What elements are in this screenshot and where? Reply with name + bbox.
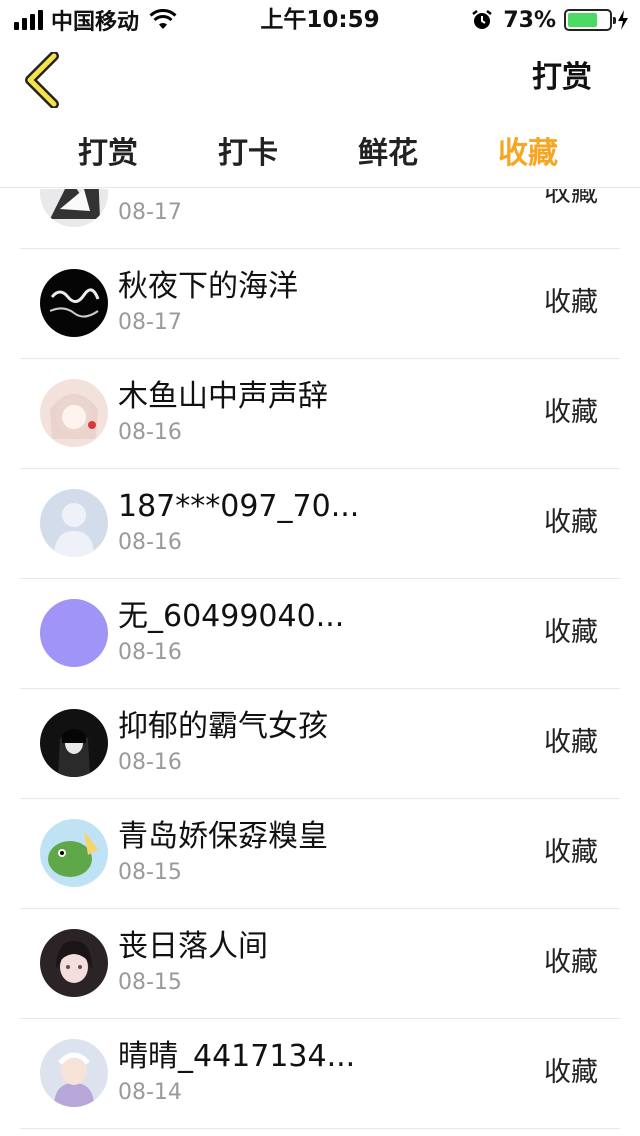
- record-date: 08-15: [118, 860, 182, 885]
- user-name: 秋夜下的海洋: [118, 269, 298, 304]
- record-type: 收藏: [544, 507, 598, 538]
- list-item[interactable]: 丧日落人间 08-15 收藏: [20, 909, 620, 1019]
- list-item[interactable]: 秋·毛姐姐 08-17 收藏: [20, 189, 620, 249]
- record-type: 收藏: [544, 727, 598, 758]
- battery-fill: [568, 13, 598, 27]
- charging-icon: [618, 10, 628, 30]
- tab-favorites[interactable]: 收藏: [498, 130, 558, 178]
- avatar: [40, 709, 108, 777]
- list-item[interactable]: 青岛娇保孬糗皇 08-15 收藏: [20, 799, 620, 909]
- record-type: 收藏: [544, 947, 598, 978]
- alarm-icon: [472, 10, 493, 29]
- record-type: 收藏: [544, 1057, 598, 1088]
- record-type: 收藏: [544, 397, 598, 428]
- record-type: 收藏: [544, 287, 598, 318]
- record-date: 08-15: [118, 970, 182, 995]
- avatar: [40, 189, 108, 227]
- tab-flowers[interactable]: 鲜花: [358, 130, 418, 178]
- tab-checkin[interactable]: 打卡: [218, 130, 278, 178]
- status-bar: 中国移动 上午10:59 73%: [0, 0, 640, 40]
- avatar: [40, 819, 108, 887]
- record-date: 08-14: [118, 1080, 182, 1105]
- list-item[interactable]: 晴晴_4417134... 08-14 收藏: [20, 1019, 620, 1129]
- avatar: [40, 1039, 108, 1107]
- record-date: 08-16: [118, 420, 182, 445]
- list-item[interactable]: 木鱼山中声声辞 08-16 收藏: [20, 359, 620, 469]
- record-type: 收藏: [544, 189, 598, 208]
- avatar: [40, 269, 108, 337]
- avatar: [40, 599, 108, 667]
- user-name: 晴晴_4417134...: [118, 1039, 356, 1074]
- list-item[interactable]: 187***097_70... 08-16 收藏: [20, 469, 620, 579]
- battery-percent: 73%: [503, 7, 556, 33]
- tab-bar: 打赏 打卡 鲜花 收藏: [0, 120, 640, 188]
- tab-reward[interactable]: 打赏: [78, 130, 138, 178]
- user-name: 丧日落人间: [118, 929, 268, 964]
- user-name: 187***097_70...: [118, 489, 360, 524]
- user-name: 抑郁的霸气女孩: [118, 709, 328, 744]
- user-name: 无_60499040...: [118, 599, 345, 634]
- record-type: 收藏: [544, 617, 598, 648]
- record-date: 08-16: [118, 750, 182, 775]
- avatar: [40, 929, 108, 997]
- record-type: 收藏: [544, 837, 598, 868]
- record-date: 08-17: [118, 310, 182, 335]
- default-avatar-icon: [40, 489, 108, 557]
- list-item[interactable]: 抑郁的霸气女孩 08-16 收藏: [20, 689, 620, 799]
- record-date: 08-16: [118, 640, 182, 665]
- list-item[interactable]: 无_60499040... 08-16 收藏: [20, 579, 620, 689]
- user-name: 青岛娇保孬糗皇: [118, 819, 328, 854]
- record-date: 08-17: [118, 200, 182, 225]
- list-item[interactable]: 秋夜下的海洋 08-17 收藏: [20, 249, 620, 359]
- user-name: 秋·毛姐姐: [118, 189, 248, 197]
- battery-icon: [564, 9, 616, 31]
- avatar: [40, 379, 108, 447]
- record-list[interactable]: 秋·毛姐姐 08-17 收藏 秋夜下的海洋 08-17 收藏 木鱼山中声声辞 0…: [0, 189, 640, 1136]
- back-button[interactable]: [20, 51, 68, 109]
- record-date: 08-16: [118, 530, 182, 555]
- user-name: 木鱼山中声声辞: [118, 379, 328, 414]
- nav-bar: 打赏: [0, 40, 640, 120]
- status-right: 73%: [471, 6, 630, 34]
- reward-action-button[interactable]: 打赏: [532, 58, 592, 98]
- chevron-left-icon: [25, 51, 59, 109]
